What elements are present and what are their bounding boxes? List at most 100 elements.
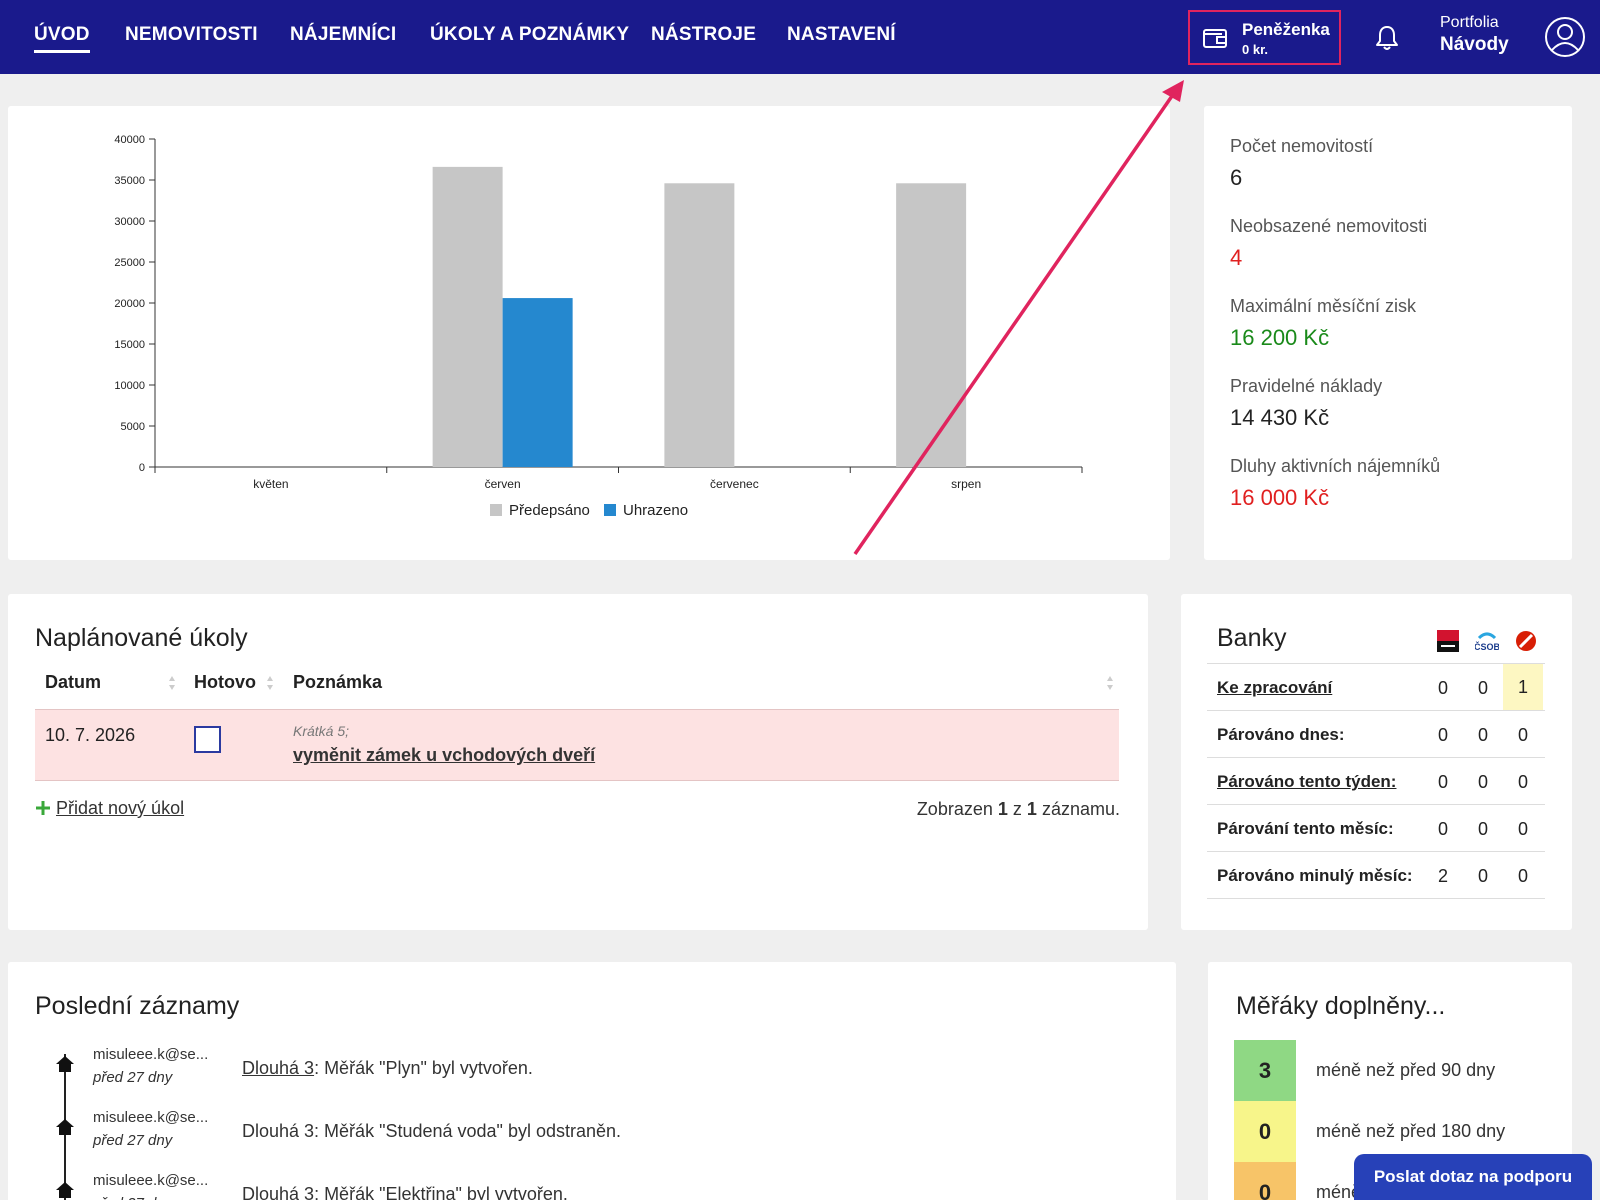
- bank-value: 0: [1437, 678, 1448, 698]
- col-hotovo[interactable]: Hotovo: [194, 672, 256, 693]
- col-datum[interactable]: Datum: [45, 672, 101, 693]
- notifications-bell-icon[interactable]: [1374, 24, 1400, 52]
- task-done-checkbox[interactable]: [194, 726, 221, 753]
- bank-row-label[interactable]: Ke zpracování: [1217, 678, 1332, 698]
- stat-properties-value: 6: [1230, 165, 1243, 190]
- task-note-tag: Krátká 5;: [293, 723, 350, 739]
- task-date: 10. 7. 2026: [45, 725, 136, 745]
- y-tick-label: 5000: [121, 421, 145, 433]
- stat-vacant-label: Neobsazené nemovitosti: [1230, 216, 1428, 236]
- stats-card: Počet nemovitostí 6 Neobsazené nemovitos…: [1204, 106, 1572, 560]
- table-row: 10. 7. 2026 Krátká 5; vyměnit zámek u vc…: [35, 709, 1119, 781]
- nav-nastroje[interactable]: NÁSTROJE: [651, 24, 756, 46]
- nav-nemovitosti[interactable]: NEMOVITOSTI: [125, 24, 258, 46]
- x-tick-label: červen: [485, 477, 521, 491]
- bar-predepsano: [896, 183, 967, 467]
- tasks-title: Naplánované úkoly: [35, 624, 248, 652]
- y-tick-label: 10000: [114, 380, 145, 392]
- record-property-link[interactable]: Dlouhá 3: [242, 1058, 314, 1078]
- stat-costs-label: Pravidelné náklady: [1230, 376, 1383, 396]
- bar-uhrazeno: [502, 298, 573, 467]
- stat-debts-value: 16 000 Kč: [1230, 485, 1330, 510]
- bank-value: 0: [1517, 772, 1528, 792]
- bank-row-label[interactable]: Párováno tento týden:: [1217, 772, 1396, 792]
- portfolio-switcher[interactable]: Portfolia Návody: [1440, 14, 1509, 56]
- nav-najemnici[interactable]: NÁJEMNÍCI: [290, 24, 396, 46]
- stat-vacant-value: 4: [1230, 245, 1243, 270]
- tasks-summary: Zobrazen 1 z 1 záznamu.: [916, 799, 1120, 819]
- meters-title: Měřáky doplněny...: [1236, 992, 1446, 1020]
- stat-profit-label: Maximální měsíční zisk: [1230, 296, 1417, 316]
- x-tick-label: květen: [253, 477, 288, 491]
- top-navbar: ÚVOD NEMOVITOSTI NÁJEMNÍCI ÚKOLY A POZNÁ…: [0, 0, 1600, 74]
- y-tick-label: 35000: [114, 175, 145, 187]
- task-note-link[interactable]: vyměnit zámek u vchodových dveří: [293, 745, 595, 766]
- bank-row: Ke zpracování 0 0 1: [1207, 664, 1545, 711]
- record-property-link[interactable]: Dlouhá 3: [242, 1184, 314, 1200]
- home-icon: [56, 1056, 74, 1072]
- bank-value: 0: [1477, 725, 1488, 745]
- x-tick-label: srpen: [951, 477, 981, 491]
- add-task-button[interactable]: Přidat nový úkol: [35, 798, 184, 819]
- recent-records-card: Poslední záznamy misuleee.k@se... před 27…: [8, 962, 1176, 1200]
- bank-value: 0: [1517, 866, 1528, 886]
- wallet-button[interactable]: Peněženka 0 kr.: [1188, 10, 1341, 65]
- wallet-title: Peněženka: [1242, 20, 1330, 39]
- portfolio-label: Portfolia: [1440, 14, 1499, 31]
- x-tick-label: červenec: [710, 477, 759, 491]
- bank-value: 0: [1517, 725, 1528, 745]
- sort-datum-icon[interactable]: [168, 675, 176, 691]
- stat-debts-label: Dluhy aktivních nájemníků: [1230, 456, 1441, 476]
- record-time: před 27 dny: [93, 1195, 172, 1200]
- support-button[interactable]: Poslat dotaz na podporu: [1354, 1154, 1592, 1200]
- wallet-icon: [1203, 29, 1227, 48]
- bar-predepsano: [432, 166, 503, 467]
- bank-value: 0: [1477, 866, 1488, 886]
- record-message: Dlouhá 3: Měřák "Plyn" byl vytvořen.: [242, 1058, 533, 1079]
- record-user: misuleee.k@se...: [93, 1109, 209, 1126]
- bank-value: 0: [1477, 678, 1488, 698]
- chart-card: 0 5000 10000 15000 20000 25000 30000 35000 40000…: [8, 106, 1170, 560]
- record-user: misuleee.k@se...: [93, 1172, 209, 1189]
- bank-row: Párováno tento týden: 0 0 0: [1207, 758, 1545, 805]
- bank-value: 0: [1437, 772, 1448, 792]
- bank-row: Párováno minulý měsíc: 2 0 0: [1207, 852, 1545, 899]
- wallet-amount: 0 kr.: [1242, 42, 1269, 57]
- bank-row-label: Párováno minulý měsíc:: [1217, 866, 1413, 885]
- stat-profit-value: 16 200 Kč: [1230, 325, 1330, 350]
- nav-uvod[interactable]: ÚVOD: [34, 24, 90, 53]
- stat-costs-value: 14 430 Kč: [1230, 405, 1330, 430]
- svg-text:ČSOB: ČSOB: [1475, 641, 1499, 652]
- kb-bank-icon: [1437, 630, 1459, 652]
- record-text: Dlouhá 3: Měřák "Studená voda" byl odstr…: [242, 1121, 622, 1141]
- stat-properties-label: Počet nemovitostí: [1230, 136, 1374, 156]
- nav-ukoly[interactable]: ÚKOLY A POZNÁMKY: [430, 24, 629, 46]
- nav-nastaveni[interactable]: NASTAVENÍ: [787, 24, 896, 46]
- record-text: : Měřák "Elektřina" byl vytvořen.: [314, 1184, 568, 1200]
- banks-card: Banky ČSOB Ke zpracování 0 0 1 Párováno dnes…: [1181, 594, 1572, 930]
- y-tick-label: 0: [139, 462, 145, 474]
- bar-predepsano: [664, 183, 735, 467]
- csob-bank-icon: ČSOB: [1475, 632, 1499, 652]
- meter-count-badge: 3: [1234, 1040, 1296, 1101]
- user-avatar-icon[interactable]: [1544, 16, 1586, 58]
- col-poznamka[interactable]: Poznámka: [293, 672, 382, 693]
- record-user: misuleee.k@se...: [93, 1046, 209, 1063]
- record-time: před 27 dny: [93, 1069, 173, 1086]
- record-message: Dlouhá 3: Měřák "Elektřina" byl vytvořen…: [242, 1184, 568, 1200]
- bank-value: 1: [1503, 664, 1543, 710]
- plus-icon: [36, 801, 50, 815]
- bank-value: 2: [1437, 866, 1448, 886]
- bank-row: Párováno dnes: 0 0 0: [1207, 711, 1545, 758]
- legend-label: Předepsáno: [509, 502, 590, 519]
- record-message: Dlouhá 3: Měřák "Studená voda" byl odstr…: [242, 1121, 621, 1142]
- bank-value: 0: [1437, 725, 1448, 745]
- sort-hotovo-icon[interactable]: [266, 675, 274, 691]
- record-time: před 27 dny: [93, 1132, 173, 1149]
- legend-swatch: [604, 504, 616, 516]
- meter-count-badge: 0: [1234, 1162, 1296, 1200]
- banks-title: Banky: [1217, 624, 1287, 652]
- unicredit-bank-icon: [1516, 631, 1536, 651]
- sort-poznamka-icon[interactable]: [1106, 675, 1114, 691]
- y-tick-label: 30000: [114, 216, 145, 228]
